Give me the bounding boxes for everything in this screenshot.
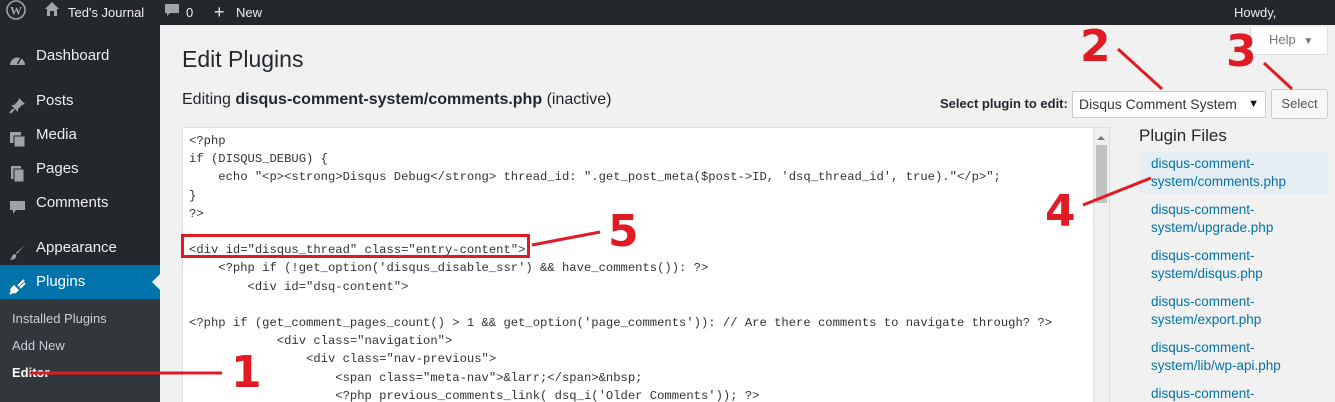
svg-text:W: W	[10, 4, 22, 18]
wordpress-logo-icon[interactable]: W	[6, 0, 28, 25]
plugin-file-link[interactable]: disqus-comment- system/comments.php	[1139, 152, 1329, 194]
plugin-file-link[interactable]: disqus-comment- system/disqus.php	[1151, 247, 1331, 283]
chevron-down-icon: ▼	[1303, 36, 1314, 47]
editing-heading: Editing disqus-comment-system/comments.p…	[182, 91, 611, 109]
plugin-file-link[interactable]: disqus-comment- system/upgrade.php	[1151, 201, 1331, 237]
plug-icon	[9, 274, 26, 295]
comment-bubble-icon[interactable]	[164, 0, 180, 25]
scroll-up-arrow-icon[interactable]	[1097, 132, 1105, 140]
dropdown-arrow-icon: ▼	[1248, 98, 1259, 110]
new-content-link[interactable]: New	[236, 0, 262, 25]
sidebar-item-label: Media	[36, 126, 77, 143]
sidebar-item-label: Comments	[36, 194, 109, 211]
help-tab-button[interactable]: Help ▼	[1250, 27, 1328, 55]
sidebar-item-posts[interactable]: Posts	[0, 84, 160, 118]
brush-icon	[9, 240, 26, 260]
help-label: Help	[1269, 32, 1296, 47]
annotation-label-1: 1	[231, 347, 262, 398]
select-plugin-label: Select plugin to edit:	[940, 96, 1068, 111]
comment-icon	[9, 195, 26, 214]
plugins-submenu: Installed Plugins Add New Editor	[0, 299, 160, 402]
sidebar-item-label: Appearance	[36, 239, 117, 256]
dashboard-icon	[9, 48, 26, 65]
site-name-link[interactable]: Ted's Journal	[68, 0, 144, 25]
submenu-installed-plugins[interactable]: Installed Plugins	[12, 311, 107, 326]
plugin-file-link[interactable]: disqus-comment- system/export.php	[1151, 293, 1331, 329]
sidebar-item-comments[interactable]: Comments	[0, 186, 160, 220]
plugin-file-link[interactable]: disqus-comment-	[1151, 385, 1331, 402]
sidebar-item-label: Posts	[36, 92, 74, 109]
page-title: Edit Plugins	[182, 46, 304, 72]
media-icon	[9, 127, 26, 148]
plugin-select-dropdown[interactable]: Disqus Comment System ▼	[1072, 91, 1266, 118]
admin-sidebar: Dashboard Posts Media Pages Comments App…	[0, 25, 160, 402]
pages-icon	[9, 161, 26, 183]
plus-icon[interactable]: +	[214, 0, 225, 25]
annotation-label-5: 5	[608, 206, 639, 257]
scroll-thumb[interactable]	[1096, 145, 1107, 203]
select-button[interactable]: Select	[1271, 89, 1328, 119]
code-text[interactable]: <?php if (DISQUS_DEBUG) { echo "<p><stro…	[189, 132, 1052, 402]
howdy-greeting[interactable]: Howdy,	[1234, 0, 1276, 25]
editor-scrollbar[interactable]	[1093, 128, 1109, 402]
home-icon[interactable]	[44, 0, 60, 25]
editing-file-name: disqus-comment-system/comments.php	[235, 91, 543, 108]
annotation-label-4: 4	[1045, 186, 1076, 237]
selected-plugin: Disqus Comment System	[1079, 96, 1237, 112]
sidebar-item-label: Pages	[36, 160, 79, 177]
submenu-editor[interactable]: Editor	[12, 365, 50, 380]
code-editor[interactable]: <?php if (DISQUS_DEBUG) { echo "<p><stro…	[182, 127, 1110, 402]
editing-status: (inactive)	[546, 91, 612, 108]
pin-icon	[9, 93, 26, 114]
sidebar-item-label: Plugins	[36, 273, 86, 290]
annotation-label-3: 3	[1226, 26, 1257, 77]
sidebar-item-label: Dashboard	[36, 47, 110, 64]
sidebar-item-media[interactable]: Media	[0, 118, 160, 152]
sidebar-item-dashboard[interactable]: Dashboard	[0, 39, 160, 73]
comment-count[interactable]: 0	[186, 0, 193, 25]
sidebar-item-pages[interactable]: Pages	[0, 152, 160, 186]
annotation-highlight-box	[181, 234, 530, 258]
plugin-files-title: Plugin Files	[1139, 126, 1227, 145]
plugin-file-link[interactable]: disqus-comment- system/lib/wp-api.php	[1151, 339, 1331, 375]
editing-prefix: Editing	[182, 91, 231, 108]
sidebar-item-plugins[interactable]: Plugins	[0, 265, 160, 299]
annotation-label-2: 2	[1080, 21, 1111, 72]
submenu-add-new[interactable]: Add New	[12, 338, 65, 353]
admin-bar: W Ted's Journal 0 + New Howdy,	[0, 0, 1335, 25]
sidebar-item-appearance[interactable]: Appearance	[0, 231, 160, 265]
